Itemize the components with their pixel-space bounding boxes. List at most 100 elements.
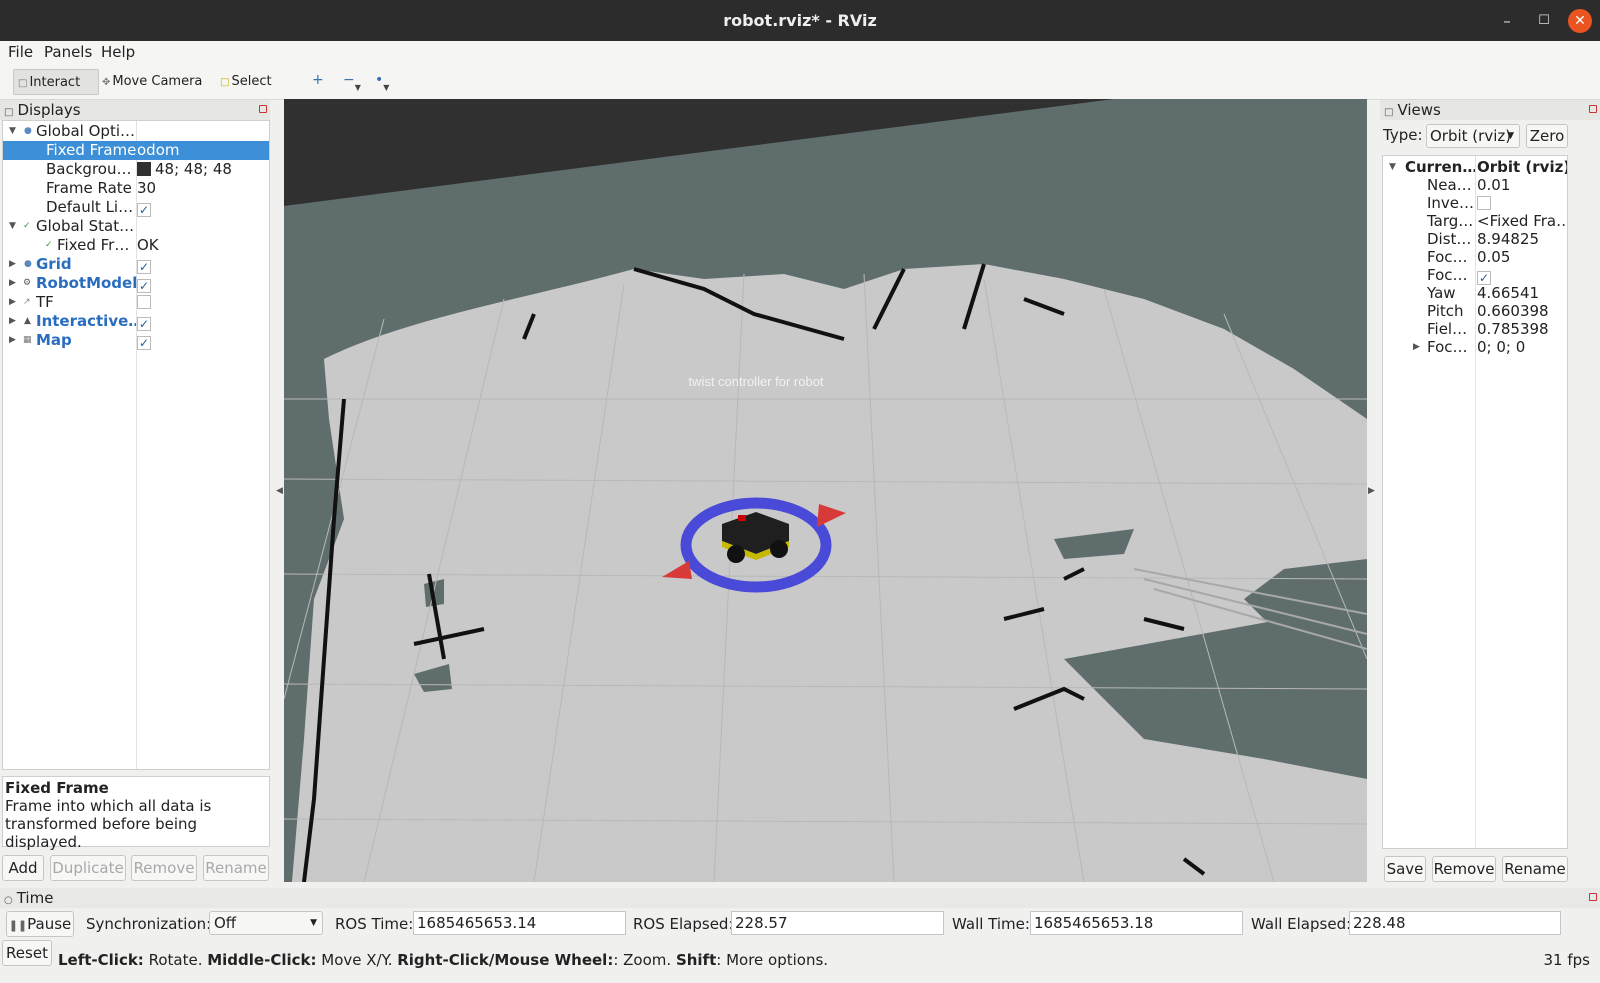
views-type-label: Type: <box>1383 126 1423 144</box>
tree-row-interactive-markers[interactable]: ▶ ▲ Interactive… ✓ <box>3 312 269 331</box>
remove-tool-icon[interactable]: −▼ <box>343 72 361 92</box>
collapse-icon[interactable]: ▼ <box>9 217 16 236</box>
views-prop-row[interactable]: ▶ Foc… 0; 0; 0 <box>1383 338 1567 356</box>
views-prop-row[interactable]: Dist… 8.94825 <box>1383 230 1567 248</box>
tree-row-frame-rate[interactable]: Frame Rate 30 <box>3 179 269 198</box>
pause-button[interactable]: ❚❚Pause <box>6 911 74 937</box>
tool-properties-icon[interactable]: •▼ <box>375 72 389 92</box>
time-bar: ❚❚Pause Synchronization: Off ▼ ROS Time:… <box>0 908 1600 940</box>
tree-row-default-light[interactable]: Default Li… ✓ <box>3 198 269 217</box>
window-title: robot.rviz* - RViz <box>723 11 877 30</box>
wall-time-label: Wall Time: <box>952 915 1030 933</box>
tree-row-fixed-frame-status[interactable]: ✓ Fixed Fr… OK <box>3 236 269 255</box>
displays-panel-header: □ Displays <box>0 100 270 120</box>
ros-elapsed-field[interactable]: 228.57 <box>731 911 944 935</box>
views-prop-row[interactable]: Targ… <Fixed Fra… <box>1383 212 1567 230</box>
views-prop-row[interactable]: Inve… <box>1383 194 1567 212</box>
tree-row-robot-model[interactable]: ▶ ⚙ RobotModel ✓ <box>3 274 269 293</box>
expand-icon[interactable]: ▶ <box>9 274 16 293</box>
collapse-right-icon[interactable]: ▶ <box>1368 486 1375 496</box>
tree-row-fixed-frame[interactable]: Fixed Frame odom <box>3 141 269 160</box>
displays-tree: ▼ ● Global Opti… Fixed Frame odom Backgr… <box>2 120 270 770</box>
views-current-row[interactable]: ▼ Curren… Orbit (rviz) <box>1383 158 1567 176</box>
default-light-checkbox[interactable]: ✓ <box>137 203 151 217</box>
expand-icon[interactable]: ▶ <box>9 312 16 331</box>
collapse-left-icon[interactable]: ◀ <box>276 486 283 496</box>
views-type-select[interactable]: Orbit (rviz) ▼ <box>1426 124 1520 148</box>
minimize-icon[interactable]: – <box>1495 9 1519 33</box>
duplicate-display-button[interactable]: Duplicate <box>50 855 126 881</box>
views-prop-row[interactable]: Yaw 4.66541 <box>1383 284 1567 302</box>
views-rename-button[interactable]: Rename <box>1502 856 1568 882</box>
property-description: Fixed Frame Frame into which all data is… <box>2 776 270 851</box>
expand-icon[interactable]: ▶ <box>9 255 16 274</box>
invert-z-checkbox[interactable] <box>1477 196 1491 210</box>
add-display-button[interactable]: Add <box>2 855 44 881</box>
render-viewport[interactable]: twist controller for robot <box>284 99 1367 882</box>
description-title: Fixed Frame <box>5 779 109 797</box>
clock-icon: ○ <box>4 895 13 906</box>
views-remove-button[interactable]: Remove <box>1432 856 1496 882</box>
tree-row-grid[interactable]: ▶ ● Grid ✓ <box>3 255 269 274</box>
color-swatch[interactable] <box>137 162 151 176</box>
views-tree: ▼ Curren… Orbit (rviz) Nea… 0.01 Inve… Ta… <box>1382 155 1568 849</box>
displays-panel-icon: □ <box>4 107 14 118</box>
tree-row-global-status[interactable]: ▼ ✓ Global Stat… <box>3 217 269 236</box>
panel-close-icon[interactable] <box>259 105 267 113</box>
description-text: Frame into which all data is transformed… <box>5 797 212 851</box>
map-checkbox[interactable]: ✓ <box>137 336 151 350</box>
sync-select[interactable]: Off ▼ <box>209 911 323 935</box>
move-camera-tool-button[interactable]: ✥ Move Camera <box>98 69 208 95</box>
expand-icon[interactable]: ▶ <box>9 293 16 312</box>
toolbar: □ Interact ✥ Move Camera □ Select + −▼ •▼ <box>0 64 1600 100</box>
tree-row-map[interactable]: ▶ ▦ Map ✓ <box>3 331 269 350</box>
status-bar: Reset Left-Click: Rotate. Middle-Click: … <box>0 940 1600 983</box>
add-tool-icon[interactable]: + <box>312 72 324 88</box>
interact-label: Interact <box>29 75 81 90</box>
views-prop-row[interactable]: Foc… 0.05 <box>1383 248 1567 266</box>
expand-icon[interactable]: ▶ <box>1413 338 1420 356</box>
ros-time-field[interactable]: 1685465653.14 <box>413 911 626 935</box>
interact-tool-button[interactable]: □ Interact <box>13 69 99 95</box>
views-prop-row[interactable]: Nea… 0.01 <box>1383 176 1567 194</box>
map-free-space <box>292 264 1367 882</box>
select-tool-button[interactable]: □ Select <box>216 69 286 95</box>
reset-button[interactable]: Reset <box>2 940 52 966</box>
remove-display-button[interactable]: Remove <box>131 855 197 881</box>
menu-file[interactable]: File <box>8 43 33 61</box>
tf-checkbox[interactable] <box>137 295 151 309</box>
close-icon[interactable]: ✕ <box>1568 9 1592 33</box>
time-panel-header: ○ Time <box>0 888 1600 908</box>
chevron-down-icon: ▼ <box>1507 131 1514 141</box>
collapse-icon[interactable]: ▼ <box>1389 158 1396 176</box>
views-prop-row[interactable]: Foc… ✓ <box>1383 266 1567 285</box>
panel-close-icon[interactable] <box>1589 105 1597 113</box>
select-label: Select <box>231 74 272 89</box>
wall-time-field[interactable]: 1685465653.18 <box>1030 911 1243 935</box>
collapse-icon[interactable]: ▼ <box>9 122 16 141</box>
fixed-frame-value[interactable]: odom <box>137 141 180 160</box>
wall-elapsed-field[interactable]: 228.48 <box>1349 911 1561 935</box>
panel-close-icon[interactable] <box>1589 893 1597 901</box>
views-prop-row[interactable]: Pitch 0.660398 <box>1383 302 1567 320</box>
views-zero-button[interactable]: Zero <box>1526 124 1568 148</box>
interactive-markers-checkbox[interactable]: ✓ <box>137 317 151 331</box>
focal-shape-checkbox[interactable]: ✓ <box>1477 271 1491 285</box>
grid-checkbox[interactable]: ✓ <box>137 260 151 274</box>
rename-display-button[interactable]: Rename <box>203 855 269 881</box>
grid-icon: ● <box>24 259 32 269</box>
tree-row-tf[interactable]: ▶ ↗ TF <box>3 293 269 312</box>
views-save-button[interactable]: Save <box>1384 856 1426 882</box>
maximize-icon[interactable]: ☐ <box>1532 9 1556 33</box>
expand-icon[interactable]: ▶ <box>9 331 16 350</box>
tree-row-background[interactable]: Backgrou… 48; 48; 48 <box>3 160 269 179</box>
displays-panel-title: Displays <box>17 101 81 119</box>
menu-bar: File Panels Help <box>0 41 1600 64</box>
robot-model-checkbox[interactable]: ✓ <box>137 279 151 293</box>
menu-panels[interactable]: Panels <box>44 43 92 61</box>
views-panel-title: Views <box>1397 101 1441 119</box>
tree-row-global-options[interactable]: ▼ ● Global Opti… <box>3 122 269 141</box>
menu-help[interactable]: Help <box>101 43 135 61</box>
views-prop-row[interactable]: Fiel… 0.785398 <box>1383 320 1567 338</box>
time-panel-title: Time <box>16 889 54 907</box>
